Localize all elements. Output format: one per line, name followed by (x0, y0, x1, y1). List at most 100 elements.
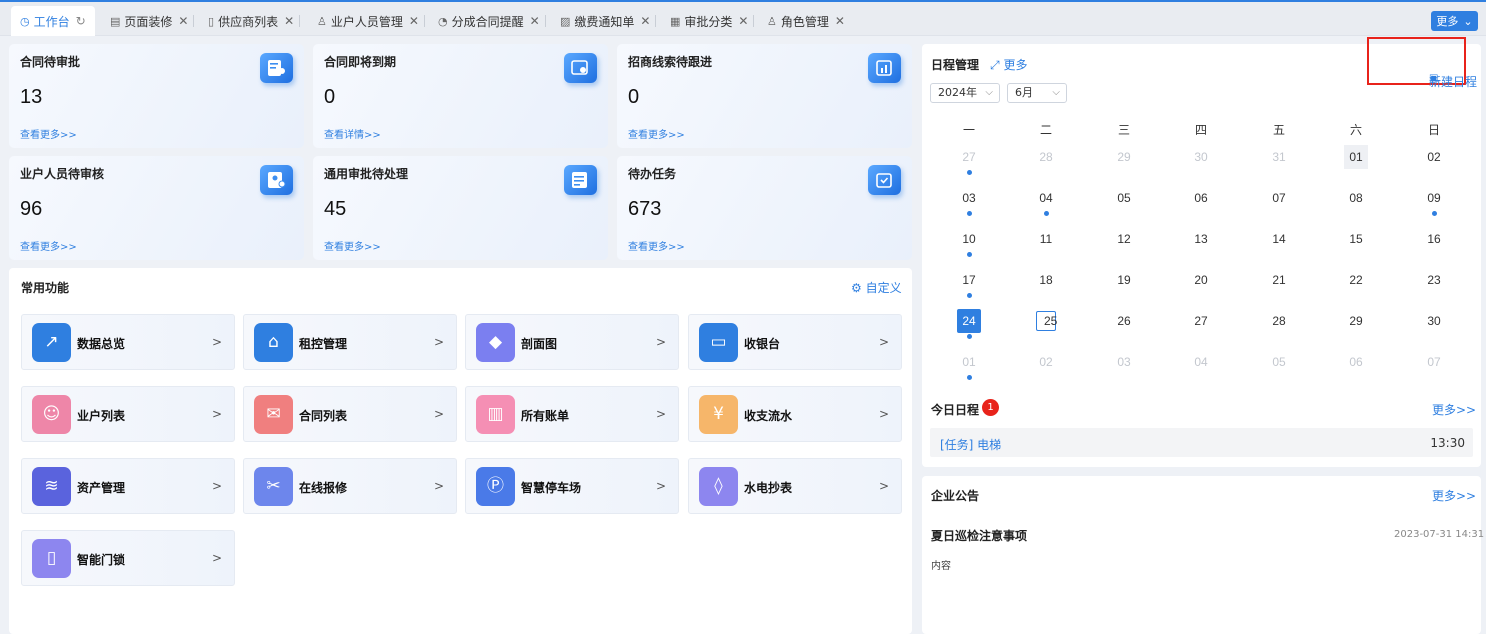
stat-card-general-approval[interactable]: 通用审批待处理 45 查看更多>> (313, 156, 608, 260)
function-item[interactable]: ¥ 收支流水 > (688, 386, 902, 442)
function-item[interactable]: ≋ 资产管理 > (21, 458, 235, 514)
month-select[interactable]: 6月 ⌵ (1007, 83, 1067, 103)
close-icon[interactable]: ✕ (738, 14, 748, 28)
calendar-day[interactable]: 30 (1189, 145, 1213, 169)
stat-card-user-review[interactable]: 业户人员待审核 96 查看更多>> (9, 156, 304, 260)
function-item[interactable]: ⌂ 租控管理 > (243, 314, 457, 370)
calendar-day[interactable]: 02 (1422, 145, 1446, 169)
tabs-more-button[interactable]: 更多 ⌄ (1431, 11, 1478, 31)
calendar-day[interactable]: 05 (1112, 186, 1136, 210)
calendar-day[interactable]: 06 (1189, 186, 1213, 210)
calendar-day[interactable]: 04 (1189, 350, 1213, 374)
tab-payment-notice[interactable]: ▨ 缴费通知单 ✕ (560, 6, 657, 36)
calendar-day[interactable]: 08 (1344, 186, 1368, 210)
calendar-day[interactable]: 29 (1112, 145, 1136, 169)
calendar-day[interactable]: 16 (1422, 227, 1446, 251)
function-item[interactable]: ✂ 在线报修 > (243, 458, 457, 514)
stat-card-leads[interactable]: 招商线索待跟进 0 查看更多>> (617, 44, 912, 148)
function-item[interactable]: Ⓟ 智慧停车场 > (465, 458, 679, 514)
function-item[interactable]: ▥ 所有账单 > (465, 386, 679, 442)
calendar-day[interactable]: 31 (1267, 145, 1291, 169)
calendar-day[interactable]: 26 (1112, 309, 1136, 333)
stat-more-link[interactable]: 查看更多>> (324, 238, 381, 253)
calendar-day[interactable]: 22 (1344, 268, 1368, 292)
tab-share-contract[interactable]: ◔ 分成合同提醒 ✕ (438, 6, 546, 36)
calendar-day[interactable]: 01 (957, 350, 981, 374)
calendar-day[interactable]: 24 (957, 309, 981, 333)
calendar-day[interactable]: 05 (1267, 350, 1291, 374)
stat-card-todo[interactable]: 待办任务 673 查看更多>> (617, 156, 912, 260)
calendar-day[interactable]: 23 (1422, 268, 1446, 292)
calendar-day[interactable]: 01 (1344, 145, 1368, 169)
calendar-day[interactable]: 15 (1344, 227, 1368, 251)
calendar-day[interactable]: 29 (1344, 309, 1368, 333)
calendar-day[interactable]: 02 (1034, 350, 1058, 374)
calendar-day[interactable]: 27 (1189, 309, 1213, 333)
calendar-day[interactable]: 07 (1422, 350, 1446, 374)
calendar-day[interactable]: 14 (1267, 227, 1291, 251)
function-item[interactable]: ◊ 水电抄表 > (688, 458, 902, 514)
close-icon[interactable]: ✕ (640, 14, 650, 28)
tab-resident-staff[interactable]: ♙ 业户人员管理 ✕ (317, 6, 425, 36)
schedule-more-link[interactable]: ⤢ 更多 (990, 56, 1027, 73)
new-schedule-button[interactable]: ▣ 新建日程 (1367, 37, 1477, 89)
calendar-day[interactable]: 20 (1189, 268, 1213, 292)
stat-more-link[interactable]: 查看更多>> (20, 238, 77, 253)
calendar-day[interactable]: 03 (1112, 350, 1136, 374)
calendar-day[interactable]: 04 (1034, 186, 1058, 210)
notice-item-date: 2023-07-31 14:31 (1394, 529, 1485, 540)
function-label: 收银台 (744, 337, 781, 351)
today-more-link[interactable]: 更多>> (1432, 401, 1476, 418)
calendar-day[interactable]: 07 (1267, 186, 1291, 210)
notice-more-link[interactable]: 更多>> (1432, 487, 1476, 504)
close-icon[interactable]: ✕ (409, 14, 419, 28)
function-item[interactable]: ↗ 数据总览 > (21, 314, 235, 370)
notice-item-content: 内容 (931, 561, 951, 572)
calendar-day[interactable]: 21 (1267, 268, 1291, 292)
calendar-day[interactable]: 11 (1034, 227, 1058, 251)
notice-item-title[interactable]: 夏日巡检注意事项 (931, 527, 1027, 544)
tab-role-management[interactable]: ♙ 角色管理 ✕ (767, 6, 845, 36)
stat-more-link[interactable]: 查看更多>> (628, 238, 685, 253)
calendar-day[interactable]: 28 (1034, 145, 1058, 169)
stat-card-contract-approval[interactable]: 合同待审批 13 查看更多>> (9, 44, 304, 148)
close-icon[interactable]: ✕ (284, 14, 294, 28)
calendar-day[interactable]: 28 (1267, 309, 1291, 333)
calendar-day[interactable]: 25 (1036, 311, 1057, 331)
calendar-day[interactable]: 03 (957, 186, 981, 210)
close-icon[interactable]: ✕ (530, 14, 540, 28)
customize-button[interactable]: ⚙ 自定义 (851, 279, 902, 296)
refresh-icon[interactable]: ↻ (76, 14, 86, 28)
stat-more-link[interactable]: 查看更多>> (20, 126, 77, 141)
stat-title: 业户人员待审核 (20, 167, 105, 181)
calendar-day[interactable]: 09 (1422, 186, 1446, 210)
calendar-day[interactable]: 10 (957, 227, 981, 251)
tab-page-decor[interactable]: ▤ 页面装修 ✕ (110, 6, 195, 36)
calendar-day[interactable]: 27 (957, 145, 981, 169)
calendar-day[interactable]: 30 (1422, 309, 1446, 333)
tab-approval-category[interactable]: ▦ 审批分类 ✕ (670, 6, 755, 36)
tab-workbench[interactable]: ◷ 工作台 ↻ (11, 6, 95, 36)
calendar-day[interactable]: 06 (1344, 350, 1368, 374)
database-icon: ≋ (32, 467, 71, 506)
stat-more-link[interactable]: 查看更多>> (628, 126, 685, 141)
function-item[interactable]: ▭ 收银台 > (688, 314, 902, 370)
calendar-day[interactable]: 12 (1112, 227, 1136, 251)
calendar-day[interactable]: 17 (957, 268, 981, 292)
function-item[interactable]: ☺ 业户列表 > (21, 386, 235, 442)
tab-label: 缴费通知单 (574, 14, 635, 29)
function-item[interactable]: ▯ 智能门锁 > (21, 530, 235, 586)
stat-card-contract-expire[interactable]: 合同即将到期 0 查看详情>> (313, 44, 608, 148)
stat-more-link[interactable]: 查看详情>> (324, 126, 381, 141)
calendar-day[interactable]: 18 (1034, 268, 1058, 292)
close-icon[interactable]: ✕ (178, 14, 188, 28)
year-value: 2024年 (938, 86, 977, 99)
calendar-day[interactable]: 13 (1189, 227, 1213, 251)
function-item[interactable]: ✉ 合同列表 > (243, 386, 457, 442)
today-task-item[interactable]: [任务] 电梯 13:30 (930, 428, 1473, 457)
tab-supplier-list[interactable]: ▯ 供应商列表 ✕ (208, 6, 301, 36)
close-icon[interactable]: ✕ (835, 14, 845, 28)
year-select[interactable]: 2024年 ⌵ (930, 83, 1000, 103)
function-item[interactable]: ◆ 剖面图 > (465, 314, 679, 370)
calendar-day[interactable]: 19 (1112, 268, 1136, 292)
